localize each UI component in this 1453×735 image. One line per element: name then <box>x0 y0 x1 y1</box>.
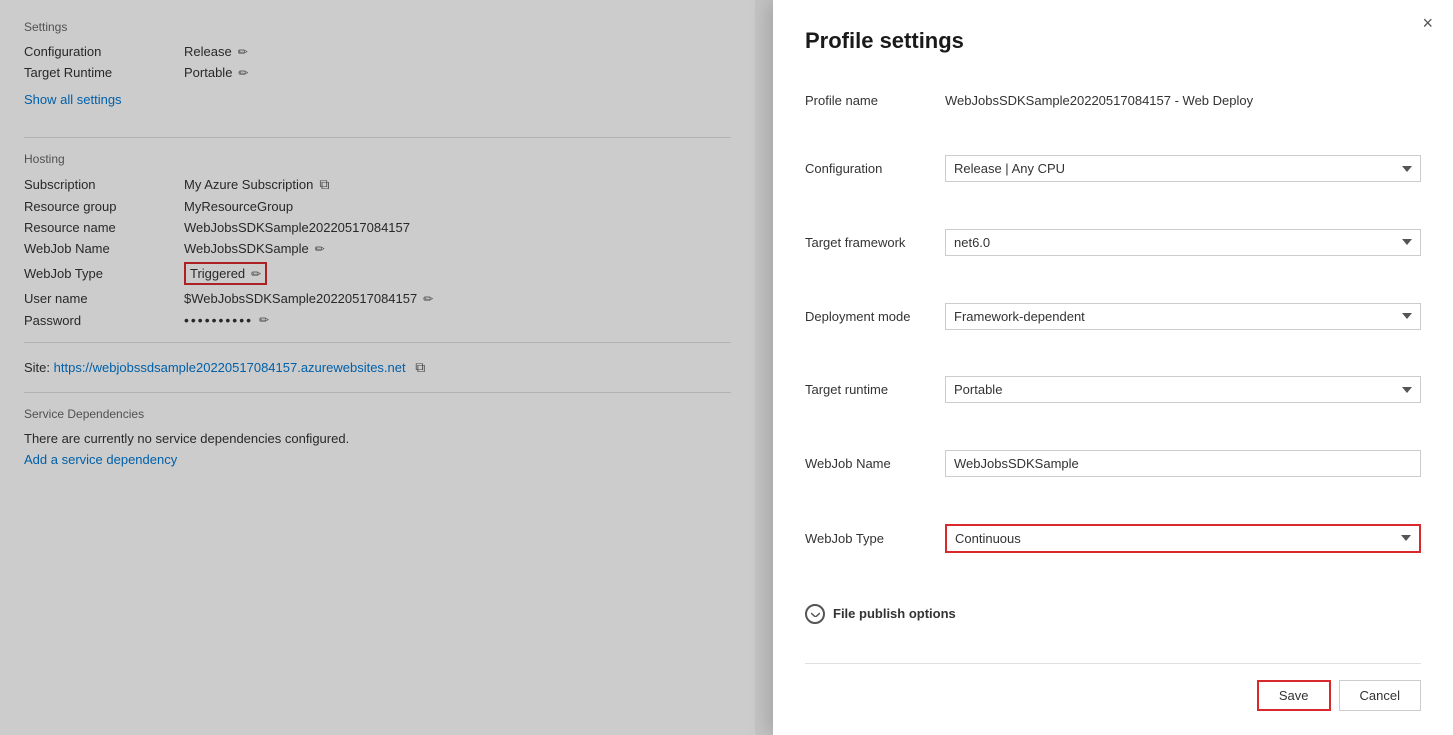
webjob-name-edit-icon[interactable]: ✏ <box>315 242 325 256</box>
password-key: Password <box>24 313 184 328</box>
webjob-type-value: Triggered <box>190 266 245 281</box>
divider-hosting <box>24 342 731 343</box>
target-runtime-field-label: Target runtime <box>805 382 945 397</box>
webjob-name-key: WebJob Name <box>24 241 184 256</box>
site-copy-icon[interactable]: ⧉ <box>415 359 425 375</box>
password-edit-icon[interactable]: ✏ <box>259 313 269 327</box>
target-runtime-value-row: Portable ✏ <box>184 65 731 80</box>
chevron-circle-icon <box>805 604 825 624</box>
profile-name-label: Profile name <box>805 93 945 108</box>
show-all-settings-link[interactable]: Show all settings <box>24 92 122 107</box>
resource-group-value: MyResourceGroup <box>184 199 293 214</box>
file-publish-row[interactable]: File publish options <box>805 600 1421 628</box>
config-value-row: Release ✏ <box>184 44 731 59</box>
modal-close-button[interactable]: × <box>1422 14 1433 32</box>
webjob-type-select[interactable]: Continuous Triggered <box>945 524 1421 553</box>
webjob-name-input[interactable] <box>945 450 1421 477</box>
resource-group-value-row: MyResourceGroup <box>184 199 731 214</box>
config-value: Release <box>184 44 232 59</box>
deployment-mode-select[interactable]: Framework-dependent Self-contained <box>945 303 1421 330</box>
no-deps-text: There are currently no service dependenc… <box>24 431 731 446</box>
divider-settings <box>24 137 731 138</box>
service-dep-section: Service Dependencies There are currently… <box>24 407 731 467</box>
username-value: $WebJobsSDKSample20220517084157 <box>184 291 417 306</box>
webjob-type-value-row: Triggered ✏ <box>184 262 731 285</box>
config-field-label: Configuration <box>805 161 945 176</box>
profile-form: Profile name WebJobsSDKSample20220517084… <box>805 78 1421 643</box>
target-framework-select[interactable]: net6.0 net5.0 netcoreapp3.1 <box>945 229 1421 256</box>
profile-settings-modal: × Profile settings Profile name WebJobsS… <box>773 0 1453 735</box>
settings-section: Settings Configuration Release ✏ Target … <box>24 20 731 123</box>
resource-group-key: Resource group <box>24 199 184 214</box>
webjob-name-field-label: WebJob Name <box>805 456 945 471</box>
username-value-row: $WebJobsSDKSample20220517084157 ✏ <box>184 291 731 306</box>
webjob-name-value-row: WebJobsSDKSample ✏ <box>184 241 731 256</box>
settings-label: Settings <box>24 20 731 34</box>
resource-name-key: Resource name <box>24 220 184 235</box>
subscription-value-row: My Azure Subscription ⧉ <box>184 176 731 193</box>
save-button[interactable]: Save <box>1257 680 1331 711</box>
config-key: Configuration <box>24 44 184 59</box>
service-dep-label: Service Dependencies <box>24 407 731 421</box>
target-framework-label: Target framework <box>805 235 945 250</box>
webjob-type-edit-icon[interactable]: ✏ <box>251 267 261 281</box>
modal-footer: Save Cancel <box>805 663 1421 711</box>
webjob-name-value: WebJobsSDKSample <box>184 241 309 256</box>
file-publish-section: File publish options <box>805 600 1421 628</box>
site-url[interactable]: https://webjobssdsample20220517084157.az… <box>54 360 406 375</box>
username-key: User name <box>24 291 184 306</box>
webjob-type-field-label: WebJob Type <box>805 531 945 546</box>
file-publish-label: File publish options <box>833 606 956 621</box>
resource-name-value: WebJobsSDKSample20220517084157 <box>184 220 410 235</box>
password-value: •••••••••• <box>184 312 253 328</box>
divider-site <box>24 392 731 393</box>
username-edit-icon[interactable]: ✏ <box>423 292 433 306</box>
webjob-type-key: WebJob Type <box>24 266 184 281</box>
config-select[interactable]: Release | Any CPU Debug | Any CPU Releas… <box>945 155 1421 182</box>
subscription-value: My Azure Subscription <box>184 177 313 192</box>
hosting-section: Hosting Subscription My Azure Subscripti… <box>24 152 731 328</box>
target-runtime-key: Target Runtime <box>24 65 184 80</box>
left-panel: Settings Configuration Release ✏ Target … <box>0 0 755 735</box>
site-label: Site: <box>24 360 50 375</box>
add-dep-link[interactable]: Add a service dependency <box>24 452 177 467</box>
subscription-copy-icon[interactable]: ⧉ <box>319 176 329 193</box>
modal-title: Profile settings <box>805 28 1421 54</box>
password-value-row: •••••••••• ✏ <box>184 312 731 328</box>
target-runtime-value: Portable <box>184 65 232 80</box>
config-edit-icon[interactable]: ✏ <box>238 45 248 59</box>
target-runtime-select[interactable]: Portable win-x64 win-x86 linux-x64 <box>945 376 1421 403</box>
subscription-key: Subscription <box>24 177 184 192</box>
webjob-type-highlight: Triggered ✏ <box>184 262 267 285</box>
target-runtime-edit-icon[interactable]: ✏ <box>238 66 248 80</box>
profile-name-value: WebJobsSDKSample20220517084157 - Web Dep… <box>945 93 1421 108</box>
site-section: Site: https://webjobssdsample20220517084… <box>24 359 731 376</box>
cancel-button[interactable]: Cancel <box>1339 680 1421 711</box>
deployment-mode-label: Deployment mode <box>805 309 945 324</box>
resource-name-value-row: WebJobsSDKSample20220517084157 <box>184 220 731 235</box>
hosting-label: Hosting <box>24 152 731 166</box>
hosting-grid: Subscription My Azure Subscription ⧉ Res… <box>24 176 731 328</box>
